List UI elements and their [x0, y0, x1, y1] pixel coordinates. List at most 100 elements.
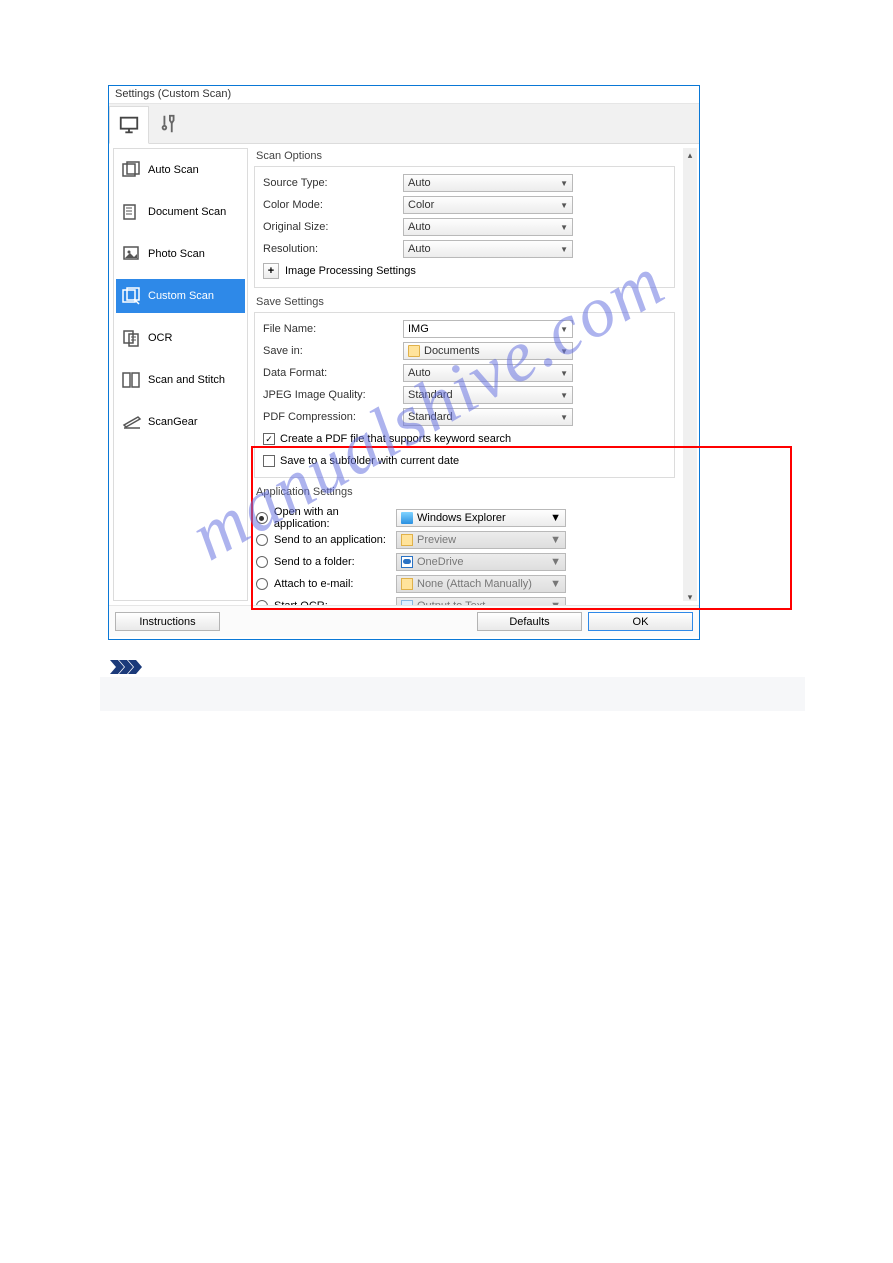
- sidebar: Auto Scan Document Scan Photo Scan Custo…: [113, 148, 248, 601]
- sidebar-item-scangear[interactable]: ScanGear: [120, 407, 241, 437]
- tab-tools[interactable]: [149, 105, 189, 143]
- data-format-select[interactable]: Auto▼: [403, 364, 573, 382]
- sidebar-item-photo-scan[interactable]: Photo Scan: [120, 239, 241, 269]
- data-format-label: Data Format:: [263, 367, 403, 379]
- sidebar-item-ocr[interactable]: OCR: [120, 323, 241, 353]
- attach-email-label: Attach to e-mail:: [274, 578, 353, 590]
- source-type-label: Source Type:: [263, 177, 403, 189]
- pages-icon: [122, 161, 142, 179]
- send-app-label: Send to an application:: [274, 534, 386, 546]
- scroll-down-icon[interactable]: ▾: [683, 590, 697, 604]
- jpeg-quality-select[interactable]: Standard▼: [403, 386, 573, 404]
- window-title: Settings (Custom Scan): [115, 88, 231, 100]
- vertical-scrollbar[interactable]: ▴ ▾: [683, 148, 697, 601]
- defaults-button[interactable]: Defaults: [477, 612, 582, 631]
- save-in-select[interactable]: Documents▼: [403, 342, 573, 360]
- sidebar-item-label: Custom Scan: [148, 290, 214, 302]
- sidebar-item-label: OCR: [148, 332, 172, 344]
- send-folder-select[interactable]: OneDrive ▼: [396, 553, 566, 571]
- settings-panel: Scan Options Source Type: Auto▼ Color Mo…: [250, 144, 683, 605]
- ocr-icon: [122, 329, 142, 347]
- create-pdf-keyword-label: Create a PDF file that supports keyword …: [280, 433, 511, 445]
- create-pdf-keyword-checkbox[interactable]: ✓: [263, 433, 275, 445]
- scroll-up-icon[interactable]: ▴: [683, 148, 697, 162]
- sidebar-item-label: Document Scan: [148, 206, 226, 218]
- color-mode-label: Color Mode:: [263, 199, 403, 211]
- ribbon-tabs: [109, 104, 699, 144]
- photo-icon: [122, 245, 142, 263]
- note-chevrons-icon: [110, 660, 144, 677]
- pdf-compression-select[interactable]: Standard▼: [403, 408, 573, 426]
- open-with-select[interactable]: Windows Explorer ▼: [396, 509, 566, 527]
- chevron-down-icon: ▼: [560, 245, 568, 254]
- send-app-radio[interactable]: [256, 534, 268, 546]
- chevron-down-icon: ▼: [560, 325, 568, 334]
- sidebar-item-custom-scan[interactable]: Custom Scan: [116, 279, 245, 313]
- note-bar: [100, 677, 805, 711]
- tab-scanner[interactable]: [109, 106, 149, 144]
- section-scan-options: Scan Options: [256, 150, 675, 162]
- original-size-select[interactable]: Auto▼: [403, 218, 573, 236]
- attach-email-radio[interactable]: [256, 578, 268, 590]
- windows-explorer-icon: [401, 512, 413, 524]
- resolution-select[interactable]: Auto▼: [403, 240, 573, 258]
- app-settings-box: Open with an application: Windows Explor…: [254, 502, 675, 605]
- onedrive-icon: [401, 556, 413, 568]
- open-with-radio[interactable]: [256, 512, 268, 524]
- pdf-compression-label: PDF Compression:: [263, 411, 403, 423]
- image-processing-label: Image Processing Settings: [285, 265, 416, 277]
- tools-icon: [158, 113, 180, 135]
- text-file-icon: [401, 600, 413, 605]
- sidebar-item-label: Scan and Stitch: [148, 374, 225, 386]
- image-processing-expand[interactable]: +: [263, 263, 279, 279]
- sidebar-item-label: Photo Scan: [148, 248, 205, 260]
- chevron-down-icon: ▼: [550, 578, 561, 590]
- custom-icon: [122, 287, 142, 305]
- sidebar-item-label: Auto Scan: [148, 164, 199, 176]
- source-type-select[interactable]: Auto▼: [403, 174, 573, 192]
- open-with-label: Open with an application:: [274, 506, 396, 530]
- chevron-down-icon: ▼: [550, 512, 561, 524]
- section-app-settings: Application Settings: [256, 486, 675, 498]
- folder-icon: [401, 534, 413, 546]
- chevron-down-icon: ▼: [560, 413, 568, 422]
- start-ocr-radio[interactable]: [256, 600, 268, 605]
- chevron-down-icon: ▼: [560, 391, 568, 400]
- scanner-icon: [122, 413, 142, 431]
- sidebar-item-auto-scan[interactable]: Auto Scan: [120, 155, 241, 185]
- jpeg-quality-label: JPEG Image Quality:: [263, 389, 403, 401]
- original-size-label: Original Size:: [263, 221, 403, 233]
- chevron-down-icon: ▼: [560, 369, 568, 378]
- send-folder-label: Send to a folder:: [274, 556, 355, 568]
- save-settings-box: File Name: IMG▼ Save in: Documents▼ Data…: [254, 312, 675, 478]
- titlebar: Settings (Custom Scan): [109, 86, 699, 104]
- resolution-label: Resolution:: [263, 243, 403, 255]
- file-name-label: File Name:: [263, 323, 403, 335]
- chevron-down-icon: ▼: [560, 201, 568, 210]
- instructions-button[interactable]: Instructions: [115, 612, 220, 631]
- chevron-down-icon: ▼: [560, 347, 568, 356]
- start-ocr-label: Start OCR:: [274, 600, 328, 605]
- chevron-down-icon: ▼: [560, 179, 568, 188]
- sidebar-item-label: ScanGear: [148, 416, 198, 428]
- start-ocr-select[interactable]: Output to Text ▼: [396, 597, 566, 605]
- chevron-down-icon: ▼: [550, 534, 561, 546]
- chevron-down-icon: ▼: [550, 556, 561, 568]
- send-folder-radio[interactable]: [256, 556, 268, 568]
- ok-button[interactable]: OK: [588, 612, 693, 631]
- send-app-select[interactable]: Preview ▼: [396, 531, 566, 549]
- file-name-input[interactable]: IMG▼: [403, 320, 573, 338]
- sidebar-item-document-scan[interactable]: Document Scan: [120, 197, 241, 227]
- attach-email-select[interactable]: None (Attach Manually) ▼: [396, 575, 566, 593]
- color-mode-select[interactable]: Color▼: [403, 196, 573, 214]
- stitch-icon: [122, 371, 142, 389]
- save-subfolder-checkbox[interactable]: [263, 455, 275, 467]
- sidebar-item-stitch[interactable]: Scan and Stitch: [120, 365, 241, 395]
- save-subfolder-label: Save to a subfolder with current date: [280, 455, 459, 467]
- monitor-icon: [118, 114, 140, 136]
- save-in-label: Save in:: [263, 345, 403, 357]
- document-icon: [122, 203, 142, 221]
- chevron-down-icon: ▼: [550, 600, 561, 605]
- settings-dialog: Settings (Custom Scan) Auto Scan Documen…: [108, 85, 700, 640]
- dialog-footer: Instructions Defaults OK: [109, 605, 699, 637]
